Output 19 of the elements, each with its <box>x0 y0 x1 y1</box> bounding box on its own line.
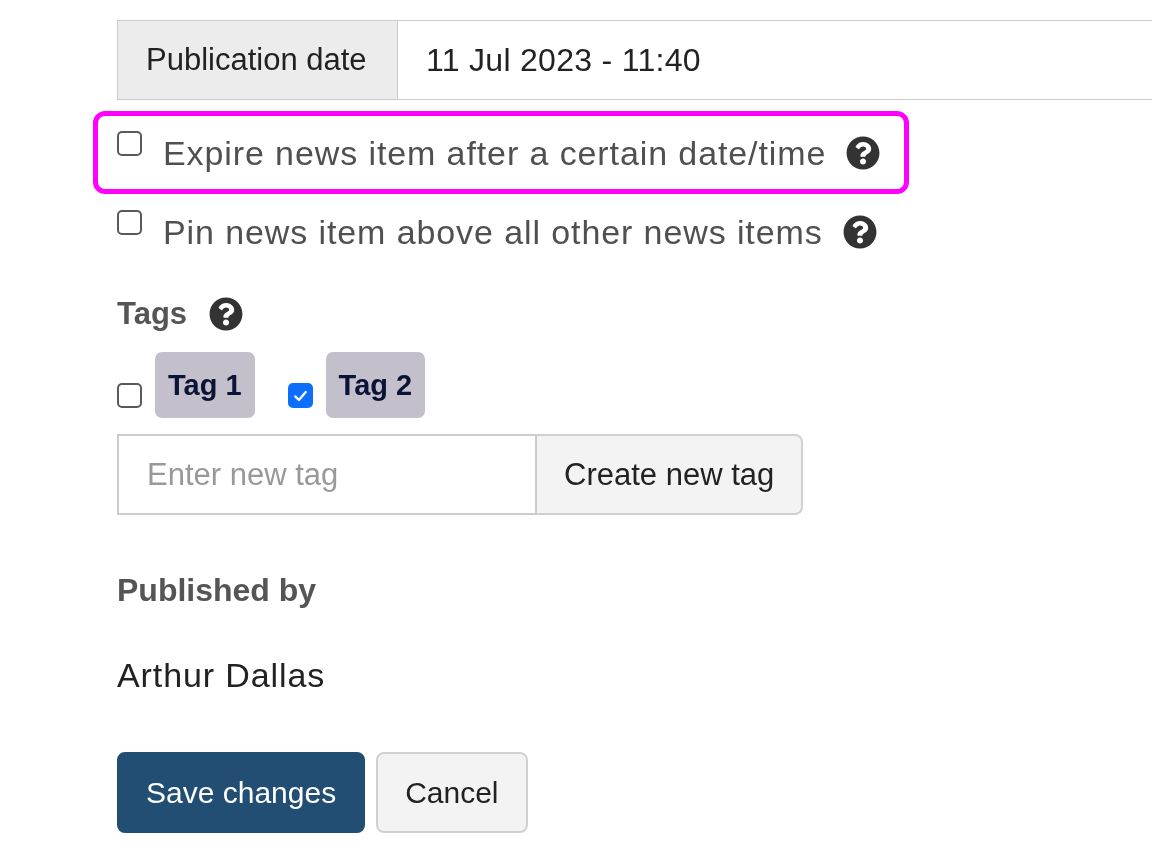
option-label: Expire news item after a certain date/time <box>163 133 827 173</box>
save-button[interactable]: Save changes <box>117 752 366 833</box>
published-by-heading: Published by <box>117 571 317 610</box>
check-icon <box>291 388 309 403</box>
checkbox[interactable] <box>117 383 142 408</box>
help-icon[interactable] <box>209 297 244 331</box>
option-label: Pin news item above all other news items <box>163 212 823 252</box>
help-icon[interactable] <box>842 215 877 249</box>
tags-heading: Tags <box>117 295 188 333</box>
tag-label[interactable]: Tag 1 <box>155 352 255 418</box>
checkbox[interactable] <box>117 210 142 235</box>
tag-input-field[interactable]: Enter new tag <box>117 434 537 515</box>
checkbox[interactable] <box>117 131 142 156</box>
help-icon[interactable] <box>846 136 881 170</box>
checkbox[interactable] <box>287 383 313 408</box>
publisher-name: Arthur Dallas <box>117 655 326 695</box>
create-tag-button[interactable]: Create new tag <box>537 434 804 515</box>
cancel-button[interactable]: Cancel <box>376 752 528 833</box>
tag-label[interactable]: Tag 2 <box>325 352 426 418</box>
